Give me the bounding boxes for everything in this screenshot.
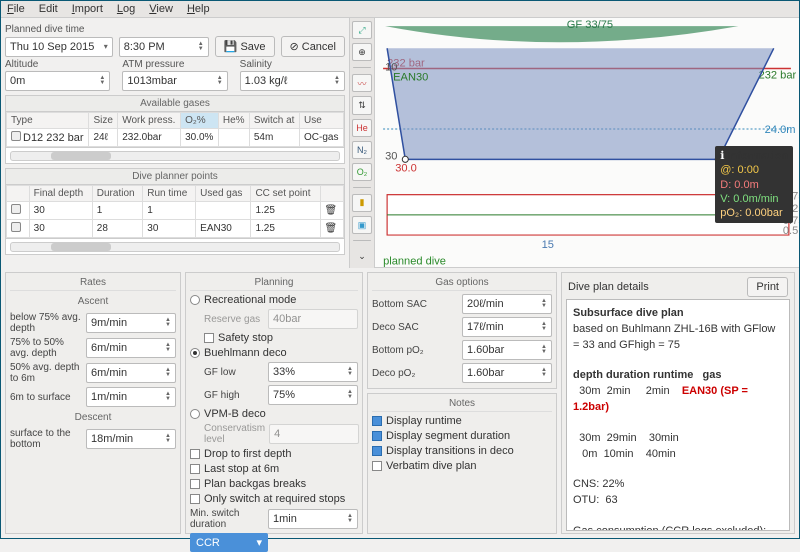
salinity-input[interactable]: 1.03 kg/ℓ▲▼ (240, 71, 345, 91)
menu-import[interactable]: Import (72, 3, 103, 15)
rec-radio[interactable]: Recreational mode (190, 294, 358, 306)
table-row: 30111.25🗑 (7, 202, 344, 220)
gases-table[interactable]: TypeSizeWork press. O₂%He%Switch atUse D… (5, 111, 345, 148)
tool-o2-icon[interactable]: O₂ (352, 163, 372, 181)
svg-text:232 bar: 232 bar (759, 70, 797, 82)
tool-strip: ⤢ ⊕ 〰 ⇅ He N₂ O₂ ▮ ▣ ⌄ (349, 18, 375, 268)
info-tooltip: ℹ Information @: 0:00D: 0.0m V: 0.0m/min… (715, 146, 793, 223)
mode-combo[interactable]: CCR▾ (190, 533, 268, 552)
details-panel: Dive plan details Print Subsurface dive … (561, 272, 795, 534)
time-combo[interactable]: 8:30 PM▲▼ (119, 37, 209, 57)
rate4-input[interactable]: 1m/min▲▼ (86, 387, 176, 407)
svg-text:planned dive: planned dive (383, 255, 446, 267)
trans-check[interactable]: Display transitions in deco (372, 445, 552, 457)
gases-scroll[interactable] (10, 151, 340, 161)
svg-text:EAN30: EAN30 (393, 72, 428, 84)
backgas-check[interactable]: Plan backgas breaks (190, 478, 358, 490)
gfhigh-input[interactable]: 75%▲▼ (268, 385, 358, 405)
segment-check[interactable]: Display segment duration (372, 430, 552, 442)
notes-panel: Notes Display runtime Display segment du… (367, 393, 557, 534)
dpo2-input[interactable]: 1.60bar▲▼ (462, 363, 552, 383)
tool-n2-icon[interactable]: N₂ (352, 141, 372, 159)
dive-profile-plot[interactable]: GF 33/75 232 bar 232 bar 24.0m 30.0 EAN3… (375, 18, 799, 268)
rate3-input[interactable]: 6m/min▲▼ (86, 363, 176, 383)
tool-graph-icon[interactable]: 〰 (352, 74, 372, 92)
verbatim-check[interactable]: Verbatim dive plan (372, 460, 552, 472)
svg-text:30: 30 (385, 150, 397, 162)
table-row: D12 232 bar 24ℓ232.0bar30.0% 54mOC-gas (7, 129, 344, 147)
cancel-button[interactable]: ⊘ Cancel (281, 36, 345, 57)
save-button[interactable]: 💾 Save (215, 36, 275, 57)
table-row: 302830EAN301.25🗑 (7, 220, 344, 238)
svg-text:30.0: 30.0 (395, 162, 417, 174)
dsac-input[interactable]: 17ℓ/min▲▼ (462, 317, 552, 337)
rate5-input[interactable]: 18m/min▲▼ (86, 429, 176, 449)
drop-check[interactable]: Drop to first depth (190, 448, 358, 460)
buhl-radio[interactable]: Buehlmann deco (190, 347, 358, 359)
menu-view[interactable]: View (149, 3, 173, 15)
menu-edit[interactable]: Edit (39, 3, 58, 15)
rates-panel: Rates Ascent below 75% avg. depth9m/min▲… (5, 272, 181, 534)
gas-panel: Gas options Bottom SAC20ℓ/min▲▼ Deco SAC… (367, 272, 557, 389)
tool-photo-icon[interactable]: ▣ (352, 216, 372, 234)
svg-text:15: 15 (542, 239, 554, 251)
atm-input[interactable]: 1013mbar▲▼ (122, 71, 227, 91)
svg-text:0.5: 0.5 (783, 225, 798, 237)
details-title: Dive plan details (568, 281, 649, 293)
bpo2-input[interactable]: 1.60bar▲▼ (462, 340, 552, 360)
points-table[interactable]: Final depthDurationRun timeUsed gasCC se… (5, 184, 345, 239)
minsw-input[interactable]: 1min▲▼ (268, 509, 358, 529)
tool-zoom-icon[interactable]: ⤢ (352, 21, 372, 39)
points-scroll[interactable] (10, 242, 340, 252)
points-title: Dive planner points (5, 168, 345, 184)
tool-compass-icon[interactable]: ⊕ (352, 43, 372, 61)
tool-he-icon[interactable]: He (352, 119, 372, 137)
svg-text:GF 33/75: GF 33/75 (567, 19, 613, 31)
gases-title: Available gases (5, 95, 345, 111)
planned-label: Planned dive time (5, 24, 345, 35)
rate1-input[interactable]: 9m/min▲▼ (86, 313, 176, 333)
bsac-input[interactable]: 20ℓ/min▲▼ (462, 294, 552, 314)
menu-file[interactable]: File (7, 3, 25, 15)
print-button[interactable]: Print (747, 277, 788, 297)
safety-check[interactable]: Safety stop (190, 332, 358, 344)
last6-check[interactable]: Last stop at 6m (190, 463, 358, 475)
details-text[interactable]: Subsurface dive plan based on Buhlmann Z… (566, 299, 790, 531)
cylinder-icon (11, 131, 21, 141)
vpm-radio[interactable]: VPM-B deco (190, 408, 358, 420)
menubar: File Edit Import Log View Help (1, 1, 799, 18)
menu-log[interactable]: Log (117, 3, 135, 15)
rate2-input[interactable]: 6m/min▲▼ (86, 338, 176, 358)
menu-help[interactable]: Help (187, 3, 210, 15)
date-combo[interactable]: Thu 10 Sep 2015▾ (5, 37, 113, 57)
gflow-input[interactable]: 33%▲▼ (268, 362, 358, 382)
planning-panel: Planning Recreational mode Reserve gas40… (185, 272, 363, 534)
altitude-input[interactable]: 0m▲▼ (5, 71, 110, 91)
tool-scale-icon[interactable]: ⇅ (352, 96, 372, 114)
tool-tank-icon[interactable]: ▮ (352, 194, 372, 212)
only-check[interactable]: Only switch at required stops (190, 493, 358, 505)
tool-expand-icon[interactable]: ⌄ (352, 247, 372, 265)
svg-text:10: 10 (385, 61, 397, 73)
svg-text:24.0m: 24.0m (765, 124, 796, 136)
runtime-check[interactable]: Display runtime (372, 415, 552, 427)
